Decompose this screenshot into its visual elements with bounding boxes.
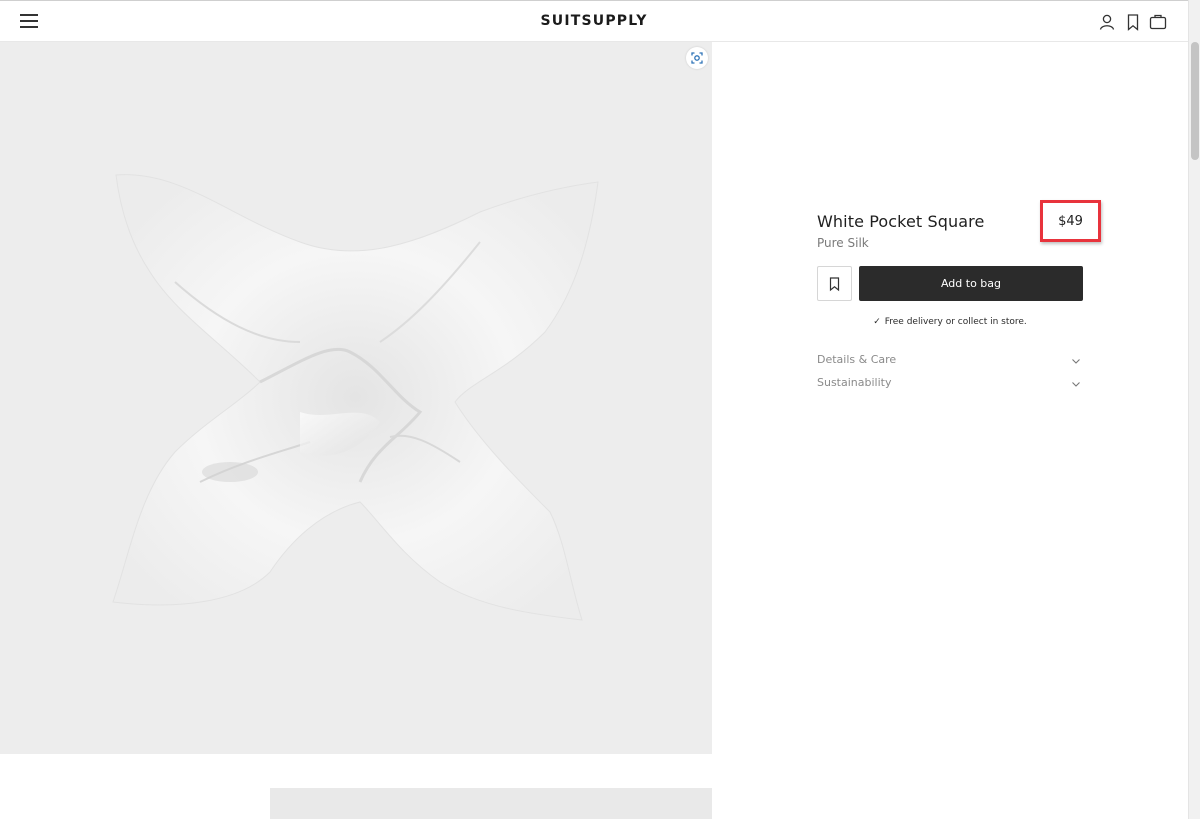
chevron-down-icon (1072, 382, 1080, 387)
shopping-bag-icon[interactable] (1148, 12, 1168, 32)
accordion-details-care[interactable]: Details & Care (817, 353, 1083, 371)
save-to-wishlist-button[interactable] (817, 266, 852, 301)
scrollbar-thumb[interactable] (1191, 42, 1199, 160)
zoom-scan-icon[interactable] (686, 47, 708, 69)
chevron-down-icon (1072, 359, 1080, 364)
delivery-note: ✓ Free delivery or collect in store. (817, 317, 1083, 327)
pocket-square-illustration (112, 174, 599, 621)
site-header: SUITSUPPLY (0, 0, 1188, 42)
price-highlight: $49 (1040, 200, 1101, 242)
add-to-bag-button[interactable]: Add to bag (859, 266, 1083, 301)
checkmark-icon: ✓ (873, 317, 881, 327)
accordion-sustainability[interactable]: Sustainability (817, 376, 1083, 394)
bookmark-icon[interactable] (1123, 12, 1143, 32)
user-icon[interactable] (1097, 12, 1117, 32)
product-title: White Pocket Square (817, 212, 985, 231)
bookmark-icon (829, 277, 840, 292)
product-image[interactable] (0, 42, 712, 754)
accordion-label: Sustainability (817, 376, 892, 389)
delivery-text: Free delivery or collect in store. (884, 317, 1027, 327)
page-scrollbar[interactable] (1188, 0, 1200, 819)
product-material: Pure Silk (817, 236, 869, 250)
site-logo[interactable]: SUITSUPPLY (0, 13, 1188, 29)
accordion-label: Details & Care (817, 353, 897, 366)
product-price: $49 (1058, 213, 1083, 229)
secondary-product-image[interactable] (270, 788, 712, 819)
